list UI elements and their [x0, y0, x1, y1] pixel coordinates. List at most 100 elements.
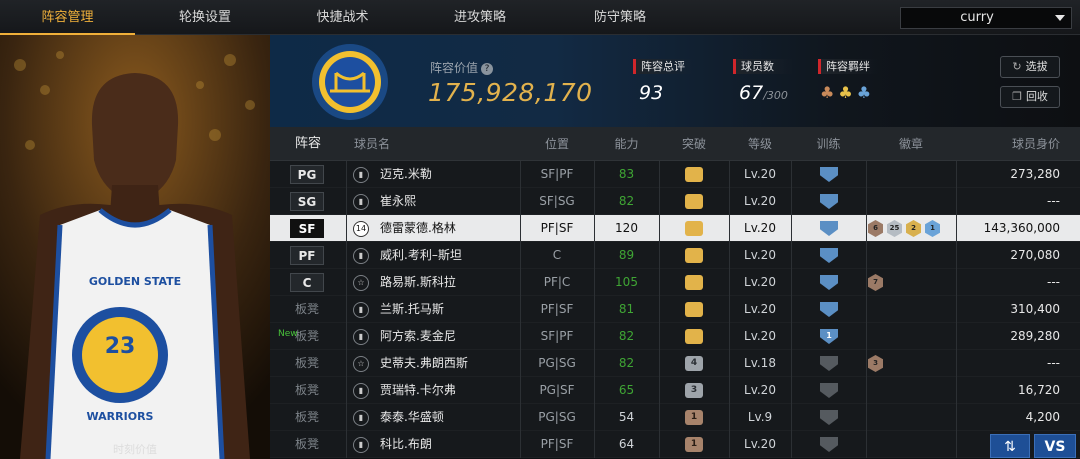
- lineup-select-dropdown[interactable]: curry: [900, 7, 1072, 29]
- col-player-name[interactable]: 球员名: [346, 127, 406, 161]
- player-name[interactable]: 兰斯.托马斯: [380, 296, 520, 323]
- vs-button[interactable]: VS: [1034, 434, 1076, 458]
- player-ability: 105: [615, 275, 638, 289]
- lineup-slot[interactable]: PF: [290, 246, 324, 265]
- training-shield-icon[interactable]: [820, 248, 838, 263]
- bond-bronze-icon[interactable]: ♣: [820, 83, 834, 102]
- player-value: 4,200: [1025, 410, 1060, 424]
- table-row[interactable]: SF 14 德雷蒙德.格林 PF|SF 120 Lv.20 6 25 2 1 143,360,000: [270, 215, 1080, 242]
- player-name[interactable]: 迈克.米勒: [380, 161, 520, 188]
- training-shield-icon[interactable]: [820, 356, 838, 371]
- badge-icon[interactable]: 2: [906, 220, 921, 237]
- training-shield-icon[interactable]: [820, 383, 838, 398]
- player-name[interactable]: 科比.布朗: [380, 431, 520, 458]
- player-name[interactable]: 威利.考利–斯坦: [380, 242, 520, 269]
- column-divider: [791, 323, 792, 350]
- badge-icon[interactable]: 3: [868, 355, 883, 372]
- badge-icon[interactable]: 1: [925, 220, 940, 237]
- player-position: PF|SF: [540, 302, 574, 316]
- bench-slot[interactable]: 板凳: [290, 296, 324, 323]
- breakthrough-crown-icon[interactable]: [685, 221, 703, 236]
- tab-defense-strategy[interactable]: 防守策略: [550, 0, 690, 35]
- breakthrough-crown-icon[interactable]: [685, 275, 703, 290]
- table-row[interactable]: PG ▮ 迈克.米勒 SF|PF 83 Lv.20 273,280: [270, 161, 1080, 188]
- player-value: 270,080: [1010, 248, 1060, 262]
- tab-lineup-management[interactable]: 阵容管理: [0, 0, 135, 35]
- column-divider: [659, 431, 660, 458]
- badge-icon[interactable]: 6: [868, 220, 883, 237]
- badge-icon[interactable]: 25: [887, 220, 902, 237]
- training-shield-icon[interactable]: [820, 302, 838, 317]
- col-ability[interactable]: 能力: [594, 127, 659, 161]
- breakthrough-crown-icon[interactable]: 1: [685, 410, 703, 425]
- bench-slot[interactable]: 板凳: [290, 350, 324, 377]
- bond-blue-icon[interactable]: ♣: [857, 83, 871, 102]
- breakthrough-crown-icon[interactable]: [685, 167, 703, 182]
- table-row[interactable]: SG ▮ 崔永熙 SF|SG 82 Lv.20 ---: [270, 188, 1080, 215]
- lineup-slot[interactable]: C: [290, 273, 324, 292]
- chevron-down-icon: [1055, 15, 1065, 21]
- stat-bonds-label: 阵容羁绊: [818, 59, 878, 74]
- player-name[interactable]: 史蒂夫.弗朗西斯: [380, 350, 520, 377]
- table-row[interactable]: 板凳 New ▮ 阿方索.麦金尼 SF|PF 82 Lv.20 1 289,280: [270, 323, 1080, 350]
- badge-icon[interactable]: 7: [868, 274, 883, 291]
- bench-slot[interactable]: 板凳: [290, 377, 324, 404]
- lineup-slot[interactable]: SG: [290, 192, 324, 211]
- tab-rotation-settings[interactable]: 轮换设置: [135, 0, 275, 35]
- breakthrough-crown-icon[interactable]: [685, 248, 703, 263]
- player-name[interactable]: 阿方索.麦金尼: [380, 323, 520, 350]
- draft-button[interactable]: ↻ 选拔: [1000, 56, 1060, 78]
- bench-slot[interactable]: 板凳: [290, 431, 324, 458]
- col-level[interactable]: 等级: [729, 127, 791, 161]
- player-level: Lv.20: [744, 221, 776, 235]
- breakthrough-crown-icon[interactable]: 3: [685, 383, 703, 398]
- tab-quick-tactics[interactable]: 快捷战术: [275, 0, 410, 35]
- swap-button[interactable]: ⇅: [990, 434, 1030, 458]
- training-shield-icon[interactable]: [820, 194, 838, 209]
- col-position[interactable]: 位置: [520, 127, 594, 161]
- tab-offense-strategy[interactable]: 进攻策略: [410, 0, 550, 35]
- player-name[interactable]: 崔永熙: [380, 188, 520, 215]
- col-training[interactable]: 训练: [791, 127, 866, 161]
- player-level: Lv.20: [744, 194, 776, 208]
- training-shield-icon[interactable]: [820, 275, 838, 290]
- col-player-value[interactable]: 球员身价: [956, 127, 1080, 161]
- col-badges[interactable]: 徽章: [866, 127, 956, 161]
- bench-slot[interactable]: 板凳: [290, 404, 324, 431]
- table-row[interactable]: 板凳 ▮ 科比.布朗 PF|SF 64 1 Lv.20: [270, 431, 1080, 458]
- col-breakthrough[interactable]: 突破: [659, 127, 729, 161]
- help-icon[interactable]: ?: [481, 63, 494, 75]
- lineup-slot[interactable]: PG: [290, 165, 324, 184]
- breakthrough-crown-icon[interactable]: [685, 329, 703, 344]
- player-name[interactable]: 泰泰.华盛顿: [380, 404, 520, 431]
- training-shield-icon[interactable]: 1: [820, 329, 838, 344]
- column-divider: [659, 269, 660, 296]
- table-row[interactable]: 板凳 ▮ 泰泰.华盛顿 PG|SG 54 1 Lv.9 4,200: [270, 404, 1080, 431]
- breakthrough-crown-icon[interactable]: 4: [685, 356, 703, 371]
- table-row[interactable]: 板凳 ▮ 兰斯.托马斯 PF|SF 81 Lv.20 310,400: [270, 296, 1080, 323]
- lineup-screen: 阵容管理 轮换设置 快捷战术 进攻策略 防守策略 curry GOLDEN ST…: [0, 0, 1080, 459]
- player-name[interactable]: 贾瑞特.卡尔弗: [380, 377, 520, 404]
- breakthrough-crown-icon[interactable]: 1: [685, 437, 703, 452]
- table-row[interactable]: PF ▮ 威利.考利–斯坦 C 89 Lv.20 270,080: [270, 242, 1080, 269]
- training-shield-icon[interactable]: [820, 167, 838, 182]
- recycle-button[interactable]: ❐ 回收: [1000, 86, 1060, 108]
- column-divider: [866, 350, 867, 377]
- training-shield-icon[interactable]: [820, 410, 838, 425]
- training-shield-icon[interactable]: [820, 437, 838, 452]
- col-lineup[interactable]: 阵容: [270, 127, 346, 161]
- player-name[interactable]: 路易斯.斯科拉: [380, 269, 520, 296]
- jersey-number-text: 23: [105, 334, 136, 359]
- table-row[interactable]: C ☆ 路易斯.斯科拉 PF|C 105 Lv.20 7 ---: [270, 269, 1080, 296]
- training-shield-icon[interactable]: [820, 221, 838, 236]
- player-name[interactable]: 德雷蒙德.格林: [380, 215, 520, 242]
- lineup-slot[interactable]: SF: [290, 219, 324, 238]
- table-row[interactable]: 板凳 ▮ 贾瑞特.卡尔弗 PG|SF 65 3 Lv.20 16,720: [270, 377, 1080, 404]
- refresh-icon: ↻: [1012, 60, 1022, 73]
- column-divider: [346, 161, 347, 188]
- breakthrough-crown-icon[interactable]: [685, 194, 703, 209]
- player-level: Lv.20: [744, 248, 776, 262]
- table-row[interactable]: 板凳 ☆ 史蒂夫.弗朗西斯 PG|SG 82 4 Lv.18 3 ---: [270, 350, 1080, 377]
- bond-gold-icon[interactable]: ♣: [838, 83, 852, 102]
- breakthrough-crown-icon[interactable]: [685, 302, 703, 317]
